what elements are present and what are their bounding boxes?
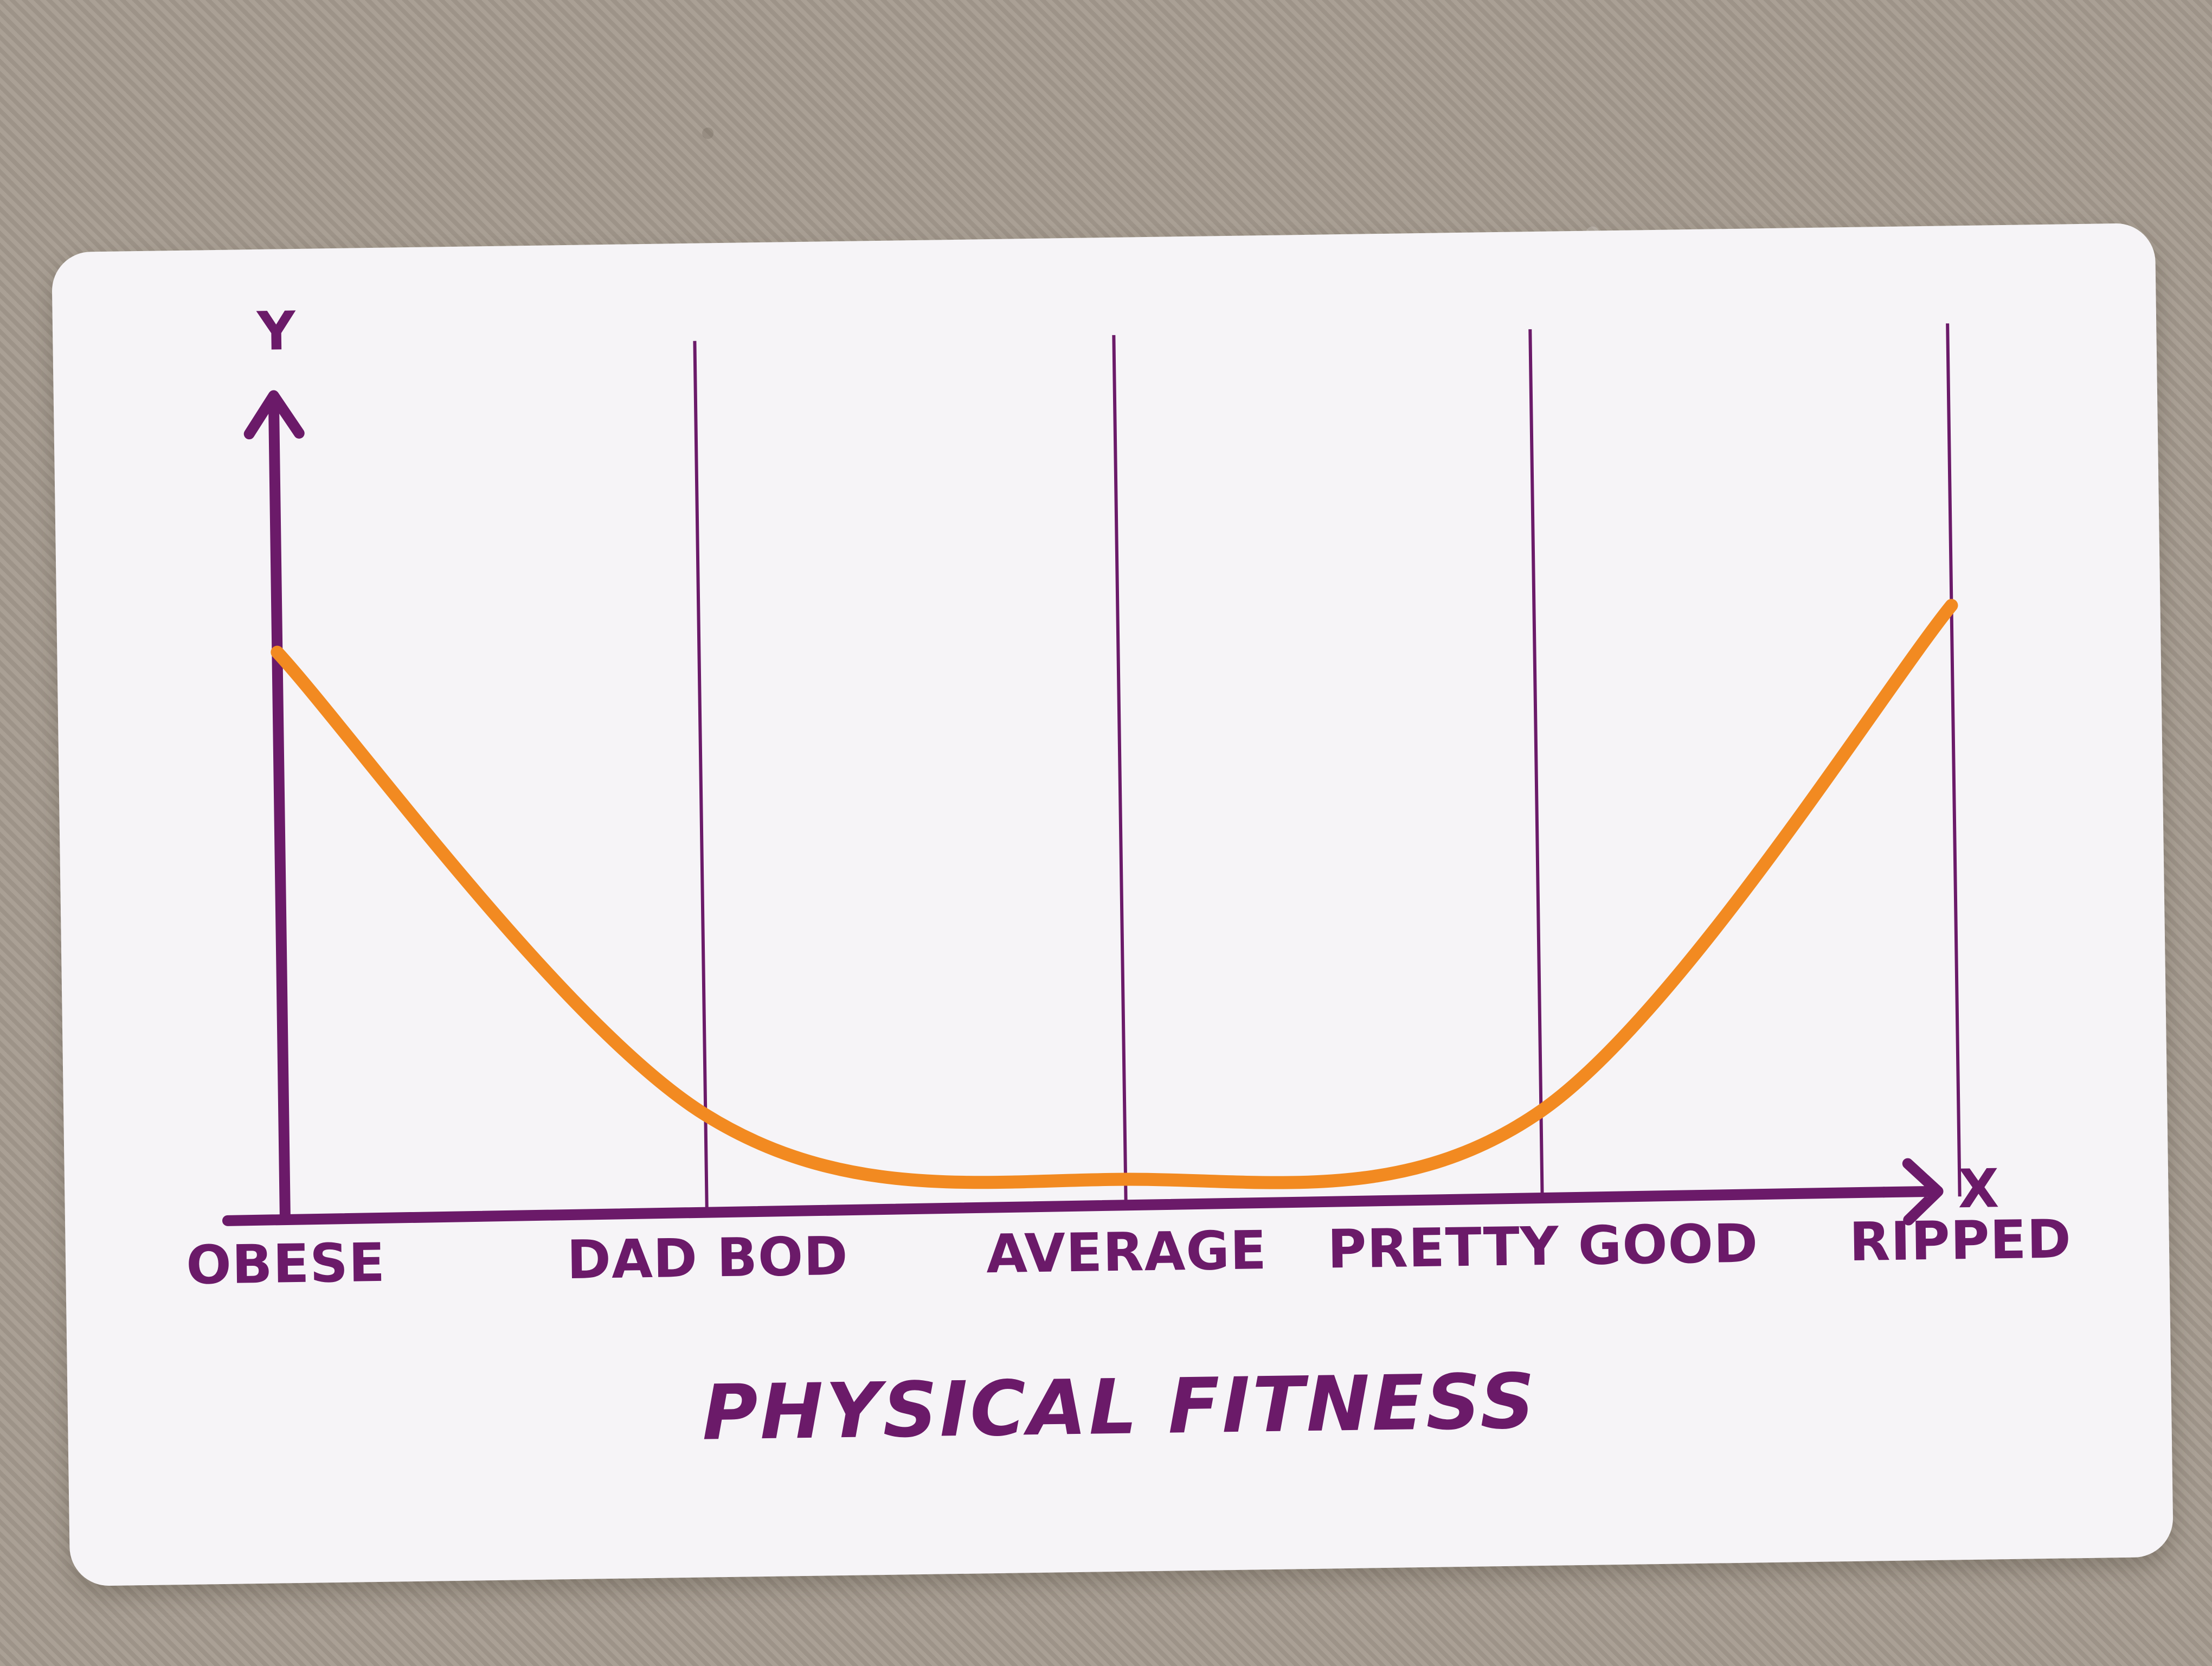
tick-label-1: OBESE xyxy=(186,1232,386,1297)
grid-line-4 xyxy=(1528,329,1544,1203)
tick-label-3: AVERAGE xyxy=(986,1220,1267,1285)
chart-card: X Y OBESE DAD BOD AVERAGE PRETTY GOOD RIPPED… xyxy=(52,223,2174,1586)
grid-line-3 xyxy=(1112,335,1128,1208)
grid-line-2 xyxy=(693,341,709,1214)
x-axis-title: PHYSICAL FITNESS xyxy=(702,1357,1538,1457)
y-axis-letter: Y xyxy=(256,300,297,363)
tick-label-5: RIPPED xyxy=(1849,1208,2072,1273)
scene: X Y OBESE DAD BOD AVERAGE PRETTY GOOD RIPPED… xyxy=(0,0,2212,1666)
chart: X Y OBESE DAD BOD AVERAGE PRETTY GOOD RIPPED… xyxy=(186,300,2072,1458)
grid-layer xyxy=(693,323,1962,1214)
grid-line-5 xyxy=(1946,323,1962,1197)
y-axis-line xyxy=(268,401,291,1220)
tick-label-2: DAD BOD xyxy=(567,1226,849,1291)
tick-label-4: PRETTY GOOD xyxy=(1327,1213,1759,1280)
